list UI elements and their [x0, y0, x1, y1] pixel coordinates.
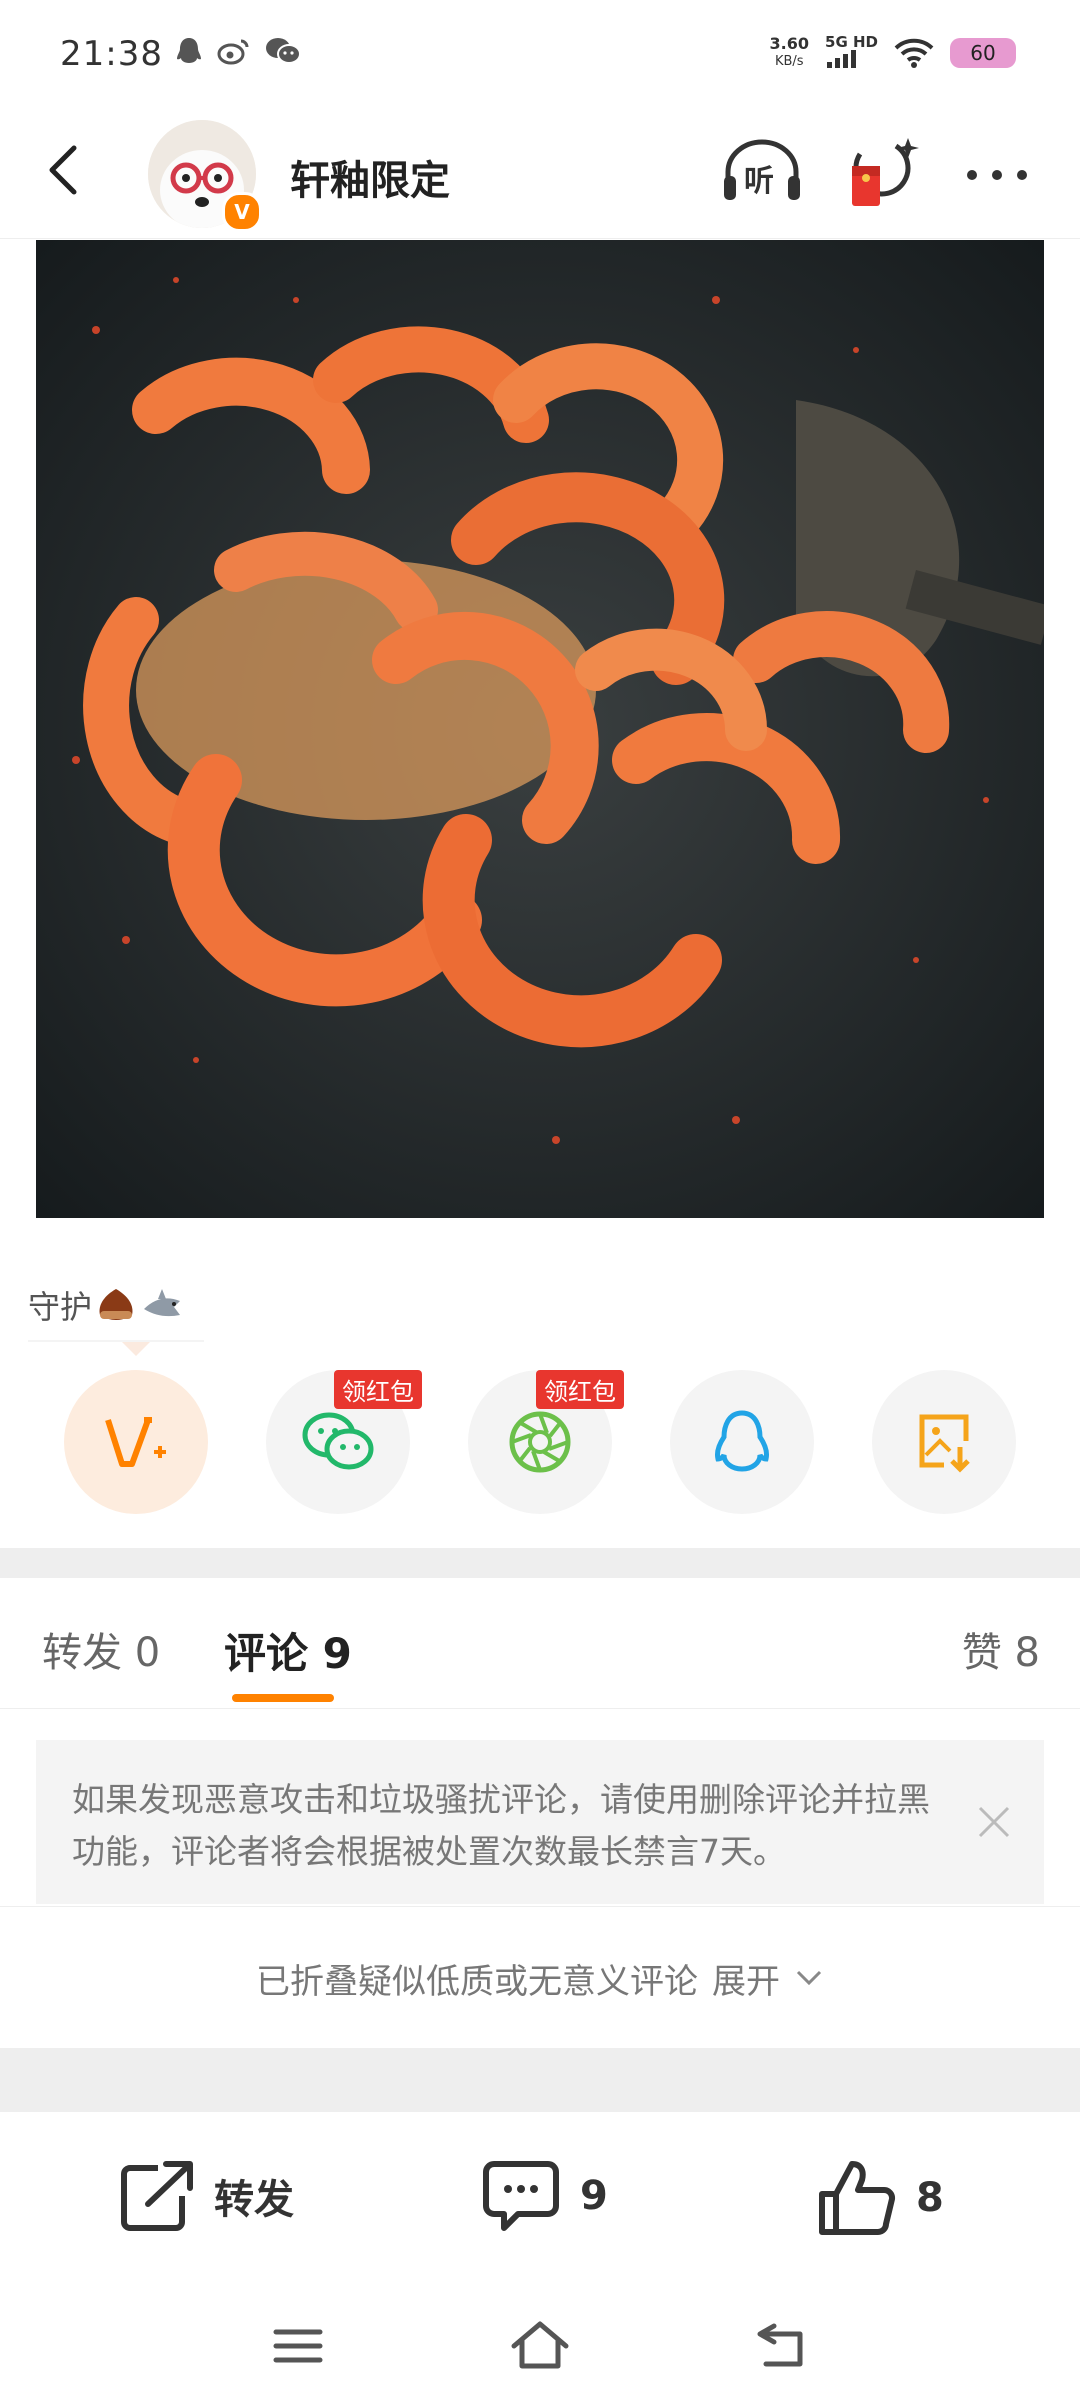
wechat-notification-icon	[266, 38, 301, 64]
share-icon	[121, 2161, 193, 2231]
share-weibo-button[interactable]	[64, 1370, 208, 1514]
folded-comments-row[interactable]: 已折叠疑似低质或无意义评论 展开	[0, 1906, 1080, 2049]
tab-like-label: 赞	[961, 1630, 1002, 1676]
bottom-action-bar: 转发 9 8	[0, 2112, 1080, 2282]
signal-icon: 5G HD	[825, 34, 878, 72]
back-arrow-icon[interactable]	[36, 140, 96, 200]
qq-notification-icon	[177, 38, 201, 63]
more-options-icon[interactable]	[962, 160, 1032, 190]
repost-button[interactable]: 转发	[118, 2160, 294, 2232]
red-packet-icon[interactable]	[846, 136, 922, 212]
status-time: 21:38	[60, 34, 163, 74]
tab-repost-label: 转发	[42, 1630, 122, 1676]
comment-button[interactable]: 9	[482, 2160, 608, 2232]
weibo-notification-icon	[217, 39, 249, 65]
moments-red-packet-tag: 领红包	[536, 1370, 624, 1409]
verified-badge: V	[222, 192, 262, 232]
wifi-icon	[894, 38, 934, 68]
net-speed-unit: KB/s	[774, 54, 804, 69]
section-divider-bottom	[0, 2048, 1080, 2112]
moderation-notice: 如果发现恶意攻击和垃圾骚扰评论，请使用删除评论并拉黑功能，评论者将会根据被处置次…	[36, 1740, 1044, 1904]
chestnut-icon	[99, 1289, 133, 1320]
tab-like[interactable]: 赞 8	[962, 1620, 1040, 1678]
tab-comment-count: 9	[322, 1629, 352, 1678]
like-count: 8	[916, 2175, 944, 2221]
section-divider	[0, 1548, 1080, 1578]
shark-icon	[144, 1289, 181, 1317]
system-navigation-bar	[0, 2282, 1080, 2400]
net-speed-value: 3.60	[769, 34, 810, 53]
guard-divider	[28, 1340, 204, 1342]
guard-pointer	[122, 1342, 150, 1356]
expand-link[interactable]: 展开	[712, 1954, 780, 2003]
network-type: 5G HD	[825, 33, 878, 51]
home-icon[interactable]	[510, 2320, 570, 2370]
net-speed: 3.60 KB/s	[770, 35, 809, 71]
save-image-icon	[919, 1414, 970, 1473]
folded-comments-text: 已折叠疑似低质或无意义评论	[256, 1961, 698, 2002]
tab-comment-label: 评论	[224, 1629, 309, 1678]
status-bar: 21:38 3.60 KB/s 5G HD 60	[0, 0, 1080, 110]
tab-comment[interactable]: 评论 9	[224, 1620, 352, 1681]
battery-indicator: 60	[950, 38, 1016, 68]
tab-repost[interactable]: 转发 0	[42, 1620, 160, 1678]
post-header: V 轩釉限定 听	[0, 110, 1080, 239]
guard-row[interactable]: 守护	[28, 1282, 184, 1328]
active-tab-indicator	[232, 1694, 334, 1702]
username[interactable]: 轩釉限定	[290, 148, 450, 206]
thumbs-up-icon	[819, 2161, 896, 2235]
back-nav-icon[interactable]	[754, 2322, 808, 2368]
wechat-red-packet-tag: 领红包	[334, 1370, 422, 1409]
menu-icon[interactable]	[272, 2326, 324, 2366]
wechat-icon	[302, 1412, 374, 1470]
notice-text: 如果发现恶意攻击和垃圾骚扰评论，请使用删除评论并拉黑功能，评论者将会根据被处置次…	[72, 1780, 930, 1871]
share-qq-button[interactable]	[670, 1370, 814, 1514]
status-right: 3.60 KB/s 5G HD 60	[770, 34, 1016, 72]
post-image[interactable]	[36, 240, 1044, 1218]
listen-label: 听	[744, 164, 774, 199]
repost-label: 转发	[214, 2177, 294, 2223]
comment-icon	[483, 2161, 559, 2231]
moments-icon	[509, 1411, 571, 1473]
like-button[interactable]: 8	[818, 2160, 944, 2236]
comment-count: 9	[580, 2173, 608, 2219]
chevron-down-icon	[796, 1970, 822, 1986]
guard-label: 守护	[28, 1288, 93, 1326]
weibo-repost-icon	[105, 1417, 166, 1467]
save-image-button[interactable]	[872, 1370, 1016, 1514]
close-icon[interactable]	[974, 1802, 1014, 1842]
post-tabs: 转发 0 评论 9 赞 8	[0, 1578, 1080, 1709]
qq-icon	[715, 1410, 769, 1472]
tab-like-count: 8	[1014, 1630, 1040, 1676]
notification-icons	[175, 36, 301, 66]
tab-repost-count: 0	[134, 1630, 161, 1676]
listen-button[interactable]: 听	[720, 138, 804, 208]
